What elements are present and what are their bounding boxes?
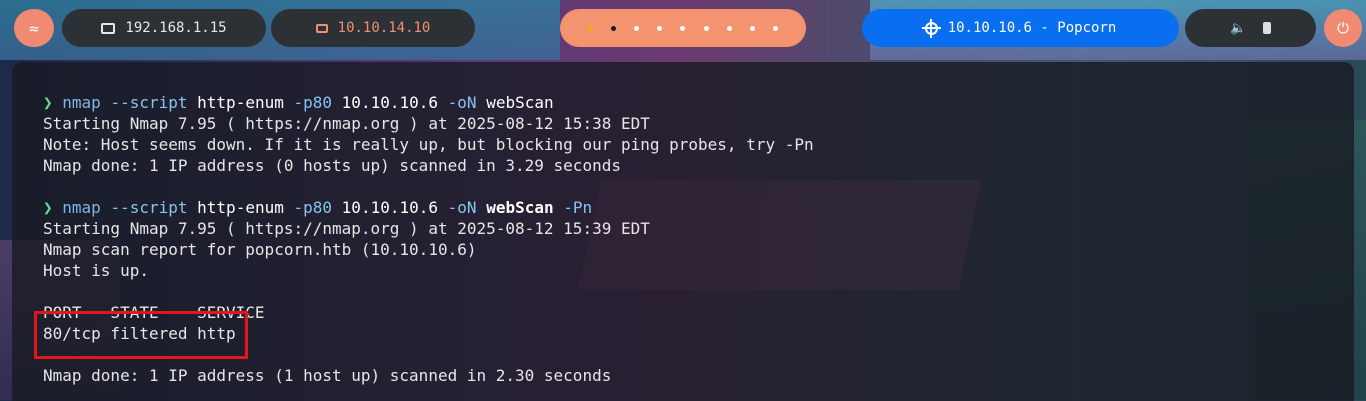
command-program: nmap — [62, 198, 101, 217]
kali-dragon-icon: ≈ — [29, 18, 39, 38]
command-option: -oN — [447, 198, 477, 217]
command-arg: webScan — [486, 93, 554, 112]
command-arg: 10.10.10.6 — [341, 198, 438, 217]
output-line: Nmap done: 1 IP address (1 host up) scan… — [43, 366, 612, 385]
command-arg: webScan — [486, 198, 554, 217]
power-icon: ⏻ — [1337, 19, 1349, 37]
workspace-dot[interactable] — [634, 25, 640, 31]
command-option: -Pn — [563, 198, 593, 217]
workspace-dot[interactable] — [772, 25, 778, 31]
output-line: Note: Host seems down. If it is really u… — [43, 135, 814, 154]
command-arg: http-enum — [197, 198, 284, 217]
workspace-dot[interactable] — [703, 25, 709, 31]
command-option: -oN — [447, 93, 477, 112]
target-widget[interactable]: 10.10.10.6 - Popcorn — [862, 9, 1179, 47]
command-option: -p80 — [293, 198, 333, 217]
workspace-dot[interactable] — [726, 25, 732, 31]
terminal-window[interactable]: ❯ nmap --script http-enum -p80 10.10.10.… — [12, 62, 1354, 401]
volume-icon[interactable]: 🔈 — [1230, 21, 1246, 36]
command-option: --script — [110, 198, 188, 217]
command-arg: http-enum — [197, 93, 284, 112]
power-button[interactable]: ⏻ — [1324, 9, 1362, 47]
prompt-symbol: ❯ — [43, 93, 53, 112]
menu-button[interactable]: ≈ — [14, 9, 54, 47]
output-line: Nmap scan report for popcorn.htb (10.10.… — [43, 240, 477, 259]
workspace-switcher — [560, 9, 806, 47]
vpn-ip-label: 10.10.14.10 — [337, 20, 431, 36]
highlight-box — [34, 311, 248, 359]
output-line: Host is up. — [43, 261, 149, 280]
vpn-ip-widget[interactable]: 10.10.14.10 — [271, 9, 475, 47]
workspace-dot[interactable] — [749, 25, 755, 31]
command-arg: 10.10.10.6 — [341, 93, 438, 112]
command-program: nmap — [62, 93, 101, 112]
workspace-dot[interactable] — [657, 25, 663, 31]
monitor-icon — [101, 22, 116, 34]
workspace-dot-active[interactable] — [611, 25, 617, 31]
output-line: Nmap done: 1 IP address (0 hosts up) sca… — [43, 156, 621, 175]
command-option: -p80 — [293, 93, 333, 112]
output-line: Starting Nmap 7.95 ( https://nmap.org ) … — [43, 114, 650, 133]
target-label: 10.10.10.6 - Popcorn — [947, 20, 1117, 36]
system-tray: 🔈 — [1185, 9, 1316, 47]
crosshair-icon — [921, 18, 941, 38]
top-bar: ≈ 192.168.1.15 10.10.14.10 10.10.10.6 - … — [0, 0, 1366, 60]
command-line: ❯ nmap --script http-enum -p80 10.10.10.… — [43, 197, 1354, 218]
prompt-symbol: ❯ — [43, 198, 53, 217]
command-option: --script — [110, 93, 188, 112]
battery-icon[interactable] — [1262, 22, 1271, 34]
workspace-dot[interactable] — [588, 25, 594, 31]
local-ip-widget[interactable]: 192.168.1.15 — [62, 9, 266, 47]
command-line: ❯ nmap --script http-enum -p80 10.10.10.… — [43, 92, 1354, 113]
local-ip-label: 192.168.1.15 — [125, 20, 227, 36]
laptop-icon — [315, 23, 328, 33]
workspace-dot[interactable] — [680, 25, 686, 31]
output-line: Starting Nmap 7.95 ( https://nmap.org ) … — [43, 219, 650, 238]
